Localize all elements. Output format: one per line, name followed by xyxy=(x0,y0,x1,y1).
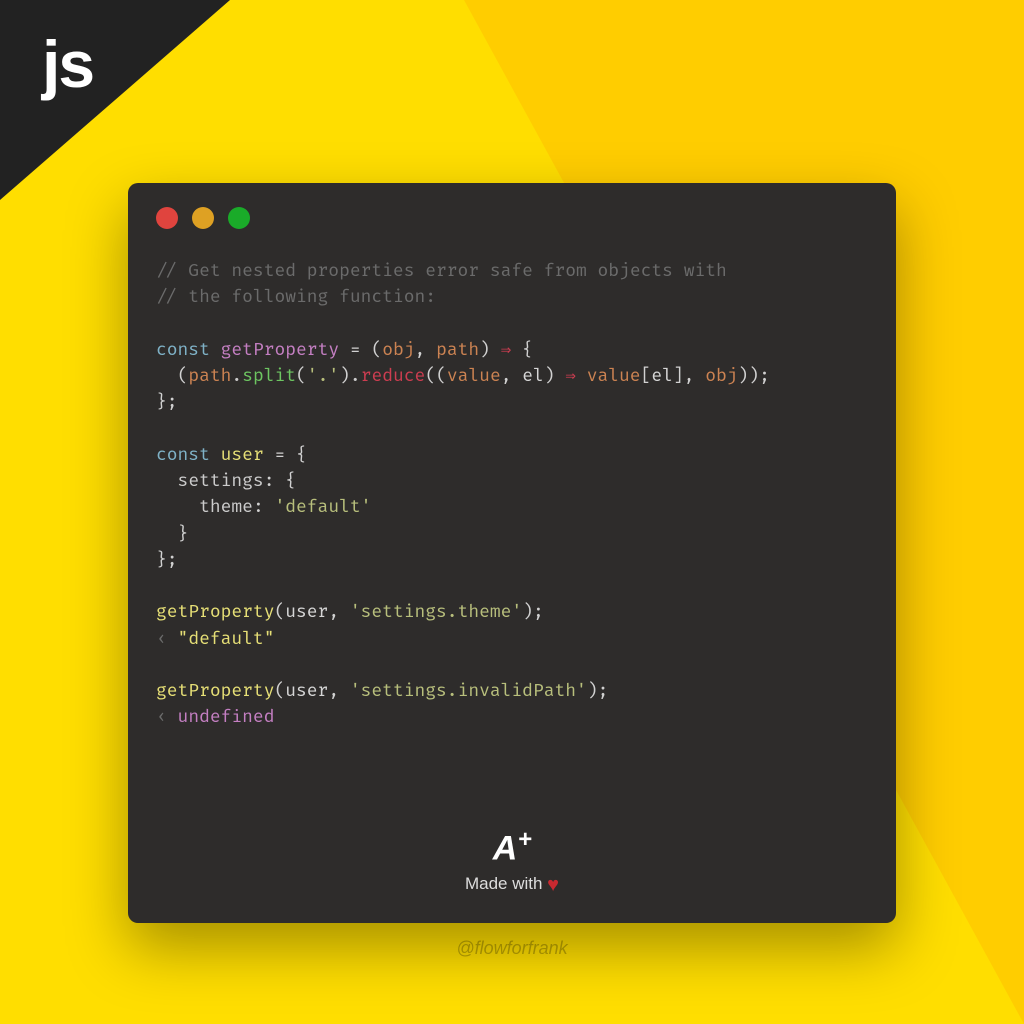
code-token: = xyxy=(339,340,371,361)
made-label: Made with xyxy=(465,874,547,893)
code-output: undefined xyxy=(178,707,275,728)
code-comment: // Get nested properties error safe from… xyxy=(156,261,727,282)
code-token: ; xyxy=(533,602,544,623)
code-output-arrow: ‹ xyxy=(156,629,178,650)
code-param: path xyxy=(436,340,479,361)
code-string: '.' xyxy=(307,366,339,387)
code-token: , xyxy=(501,366,523,387)
code-token: )) xyxy=(738,366,760,387)
code-identifier: value xyxy=(587,366,641,387)
code-function-name: getProperty xyxy=(221,340,339,361)
code-token: ; xyxy=(759,366,770,387)
code-token: ) xyxy=(339,366,350,387)
code-token: }; xyxy=(156,550,178,571)
code-keyword: const xyxy=(156,445,210,466)
close-icon[interactable] xyxy=(156,207,178,229)
code-indent xyxy=(156,471,178,492)
code-token: ) xyxy=(544,366,555,387)
code-token: ) xyxy=(479,340,490,361)
code-token: [ xyxy=(641,366,652,387)
window-traffic-lights xyxy=(156,207,250,229)
code-string: 'settings.invalidPath' xyxy=(350,681,587,702)
code-identifier: user xyxy=(221,445,264,466)
code-method: reduce xyxy=(361,366,426,387)
code-token: , xyxy=(684,366,706,387)
code-identifier: el xyxy=(651,366,673,387)
logo-plus: + xyxy=(518,826,531,853)
code-token: ( xyxy=(178,366,189,387)
code-token: . xyxy=(350,366,361,387)
code-token: } xyxy=(156,524,188,545)
code-identifier: value xyxy=(447,366,501,387)
code-token: ; xyxy=(167,392,178,413)
code-identifier: el xyxy=(522,366,544,387)
logo-a: A xyxy=(493,829,517,867)
maximize-icon[interactable] xyxy=(228,207,250,229)
code-identifier: user xyxy=(285,602,328,623)
code-indent xyxy=(156,366,178,387)
code-arrow: ⇒ xyxy=(555,366,587,387)
code-token: { xyxy=(522,340,533,361)
code-string: 'settings.theme' xyxy=(350,602,522,623)
code-token: , xyxy=(328,681,350,702)
made-with-text: Made with ♥ xyxy=(128,874,896,897)
code-token: ) xyxy=(522,602,533,623)
footer-logo: A+ xyxy=(128,826,896,868)
code-token: ( xyxy=(274,681,285,702)
code-token: : { xyxy=(264,471,296,492)
code-arrow: ⇒ xyxy=(490,340,522,361)
code-method: split xyxy=(242,366,296,387)
code-block: // Get nested properties error safe from… xyxy=(156,259,868,732)
code-token: ( xyxy=(296,366,307,387)
code-call: getProperty xyxy=(156,681,274,702)
code-token: ( xyxy=(371,340,382,361)
js-logo-text: js xyxy=(42,26,93,102)
code-token: ) xyxy=(587,681,598,702)
code-output-arrow: ‹ xyxy=(156,707,178,728)
code-token: : xyxy=(253,497,275,518)
code-token: . xyxy=(231,366,242,387)
minimize-icon[interactable] xyxy=(192,207,214,229)
code-param: obj xyxy=(382,340,414,361)
author-handle: @flowforfrank xyxy=(0,938,1024,959)
code-token: (( xyxy=(425,366,447,387)
code-indent xyxy=(156,497,199,518)
window-footer: A+ Made with ♥ xyxy=(128,826,896,897)
code-token: ] xyxy=(673,366,684,387)
code-key: theme xyxy=(199,497,253,518)
code-identifier: user xyxy=(285,681,328,702)
code-window: // Get nested properties error safe from… xyxy=(128,183,896,923)
code-token: ; xyxy=(598,681,609,702)
code-key: settings xyxy=(178,471,264,492)
code-keyword: const xyxy=(156,340,210,361)
heart-icon: ♥ xyxy=(547,874,559,896)
code-token: , xyxy=(328,602,350,623)
bg-corner-triangle xyxy=(0,0,230,200)
code-comment: // the following function: xyxy=(156,287,436,308)
code-token: , xyxy=(415,340,437,361)
code-call: getProperty xyxy=(156,602,274,623)
code-output: "default" xyxy=(178,629,275,650)
code-token: = { xyxy=(264,445,307,466)
code-identifier: obj xyxy=(705,366,737,387)
code-identifier: path xyxy=(188,366,231,387)
code-token: ( xyxy=(274,602,285,623)
code-string: 'default' xyxy=(274,497,371,518)
code-token: } xyxy=(156,392,167,413)
